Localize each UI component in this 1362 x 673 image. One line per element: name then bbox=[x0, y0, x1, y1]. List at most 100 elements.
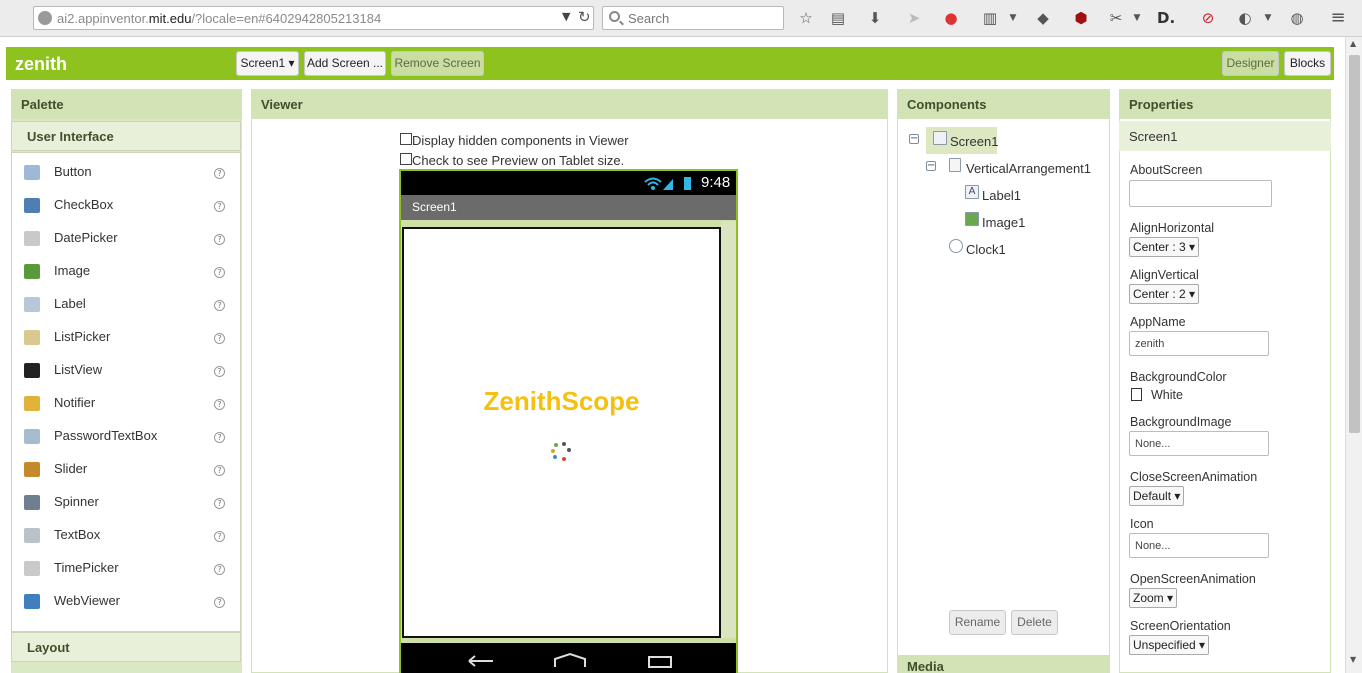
extension-c-icon[interactable]: ◐ bbox=[1236, 9, 1254, 27]
help-icon[interactable]: ? bbox=[214, 300, 225, 311]
help-icon[interactable]: ? bbox=[214, 465, 225, 476]
help-icon[interactable]: ? bbox=[214, 366, 225, 377]
reload-icon[interactable]: ↻ bbox=[578, 8, 591, 26]
tree-item-label1[interactable]: Label1 bbox=[982, 188, 1021, 203]
label-preview[interactable]: ZenithScope bbox=[402, 386, 721, 417]
url-dropdown-icon[interactable]: ▼ bbox=[562, 10, 570, 23]
palette-item-webviewer[interactable]: WebViewer? bbox=[12, 590, 225, 614]
reading-list-icon[interactable]: ▤ bbox=[829, 9, 847, 27]
tree-item-clock1[interactable]: Clock1 bbox=[966, 242, 1006, 257]
components-title: Components bbox=[897, 89, 1110, 119]
vertical-arrangement-preview[interactable] bbox=[402, 227, 721, 638]
align-vertical-select[interactable]: Center : 2 ▾ bbox=[1129, 284, 1200, 304]
palette-item-checkbox[interactable]: CheckBox? bbox=[12, 194, 225, 218]
rename-button[interactable]: Rename bbox=[949, 610, 1006, 635]
help-icon[interactable]: ? bbox=[214, 531, 225, 542]
add-screen-button[interactable]: Add Screen ... bbox=[304, 51, 386, 76]
close-screen-animation-label: CloseScreenAnimation bbox=[1130, 470, 1258, 484]
help-icon[interactable]: ? bbox=[214, 564, 225, 575]
designer-button[interactable]: Designer bbox=[1222, 51, 1279, 76]
page-scrollbar[interactable]: ▲ ▼ bbox=[1345, 37, 1362, 673]
tree-item-verticalarrangement1[interactable]: VerticalArrangement1 bbox=[966, 161, 1091, 176]
label-icon: A bbox=[965, 185, 979, 199]
icon-picker[interactable]: None... bbox=[1129, 533, 1269, 558]
scroll-down-icon[interactable]: ▼ bbox=[1350, 655, 1356, 664]
palette-item-notifier[interactable]: Notifier? bbox=[12, 392, 225, 416]
blocks-button[interactable]: Blocks bbox=[1284, 51, 1331, 76]
hidden-components-checkbox[interactable] bbox=[400, 133, 412, 145]
background-image-picker[interactable]: None... bbox=[1129, 431, 1269, 456]
tablet-preview-checkbox[interactable] bbox=[400, 153, 412, 165]
globe-settings-icon[interactable]: ◍ bbox=[1288, 9, 1306, 27]
listpicker-icon bbox=[24, 330, 40, 345]
palette-item-textbox[interactable]: TextBox? bbox=[12, 524, 225, 548]
collapse-arrangement-icon[interactable]: − bbox=[926, 161, 936, 171]
palette-item-label: DatePicker bbox=[54, 230, 118, 245]
help-icon[interactable]: ? bbox=[214, 234, 225, 245]
search-input[interactable]: Search bbox=[602, 6, 784, 30]
help-icon[interactable]: ? bbox=[214, 333, 225, 344]
send-icon[interactable]: ➤ bbox=[905, 9, 923, 27]
url-text: ai2.appinventor.mit.edu/?locale=en#64029… bbox=[57, 11, 382, 26]
palette-item-listview[interactable]: ListView? bbox=[12, 359, 225, 383]
signal-battery-icon bbox=[644, 177, 691, 190]
align-horizontal-select[interactable]: Center : 3 ▾ bbox=[1129, 237, 1200, 257]
palette-item-datepicker[interactable]: DatePicker? bbox=[12, 227, 225, 251]
tools-icon[interactable]: ✂ bbox=[1107, 9, 1125, 27]
about-screen-textarea[interactable] bbox=[1129, 180, 1272, 207]
palette-item-label: PasswordTextBox bbox=[54, 428, 158, 443]
delete-button[interactable]: Delete bbox=[1011, 610, 1058, 635]
appname-input[interactable]: zenith bbox=[1129, 331, 1269, 356]
palette-item-label: TextBox bbox=[54, 527, 101, 542]
help-icon[interactable]: ? bbox=[214, 201, 225, 212]
help-icon[interactable]: ? bbox=[214, 168, 225, 179]
scroll-up-icon[interactable]: ▲ bbox=[1350, 39, 1356, 48]
help-icon[interactable]: ? bbox=[214, 597, 225, 608]
help-icon[interactable]: ? bbox=[214, 432, 225, 443]
screen-orientation-select[interactable]: Unspecified ▾ bbox=[1129, 635, 1210, 655]
scrollbar-thumb[interactable] bbox=[1349, 55, 1360, 433]
palette-item-listpicker[interactable]: ListPicker? bbox=[12, 326, 225, 350]
help-icon[interactable]: ? bbox=[214, 498, 225, 509]
clipboard-icon[interactable]: ▥ bbox=[981, 9, 999, 27]
layout-section[interactable]: Layout bbox=[11, 632, 241, 662]
open-screen-animation-select[interactable]: Zoom ▾ bbox=[1129, 588, 1178, 608]
palette-item-spinner[interactable]: Spinner? bbox=[12, 491, 225, 515]
extension-d-icon[interactable]: D. bbox=[1157, 9, 1175, 27]
extension-colors-icon[interactable]: ● bbox=[942, 9, 960, 27]
extension-dropdown-icon[interactable]: ▼ bbox=[1259, 9, 1277, 27]
download-icon[interactable]: ⬇ bbox=[866, 9, 884, 27]
user-interface-section[interactable]: User Interface bbox=[11, 121, 241, 151]
extension-icon[interactable]: ◆ bbox=[1034, 9, 1052, 27]
palette-item-label[interactable]: Label? bbox=[12, 293, 225, 317]
help-icon[interactable]: ? bbox=[214, 267, 225, 278]
screen-select-button[interactable]: Screen1 ▾ bbox=[236, 51, 299, 76]
app-toolbar: zenith bbox=[6, 47, 1334, 80]
close-screen-animation-select[interactable]: Default ▾ bbox=[1129, 486, 1185, 506]
collapse-screen1-icon[interactable]: − bbox=[909, 134, 919, 144]
background-color-swatch[interactable] bbox=[1131, 388, 1142, 401]
about-screen-label: AboutScreen bbox=[1130, 163, 1203, 177]
screen-orientation-label: ScreenOrientation bbox=[1130, 619, 1231, 633]
clipboard-dropdown-icon[interactable]: ▼ bbox=[1004, 9, 1022, 27]
phone-screen-title: Screen1 bbox=[412, 200, 457, 214]
hamburger-menu-icon[interactable]: ≡ bbox=[1329, 9, 1347, 27]
datepicker-icon bbox=[24, 231, 40, 246]
selected-component-name: Screen1 bbox=[1119, 121, 1331, 151]
palette-item-image[interactable]: Image? bbox=[12, 260, 225, 284]
bookmark-star-icon[interactable]: ☆ bbox=[797, 9, 815, 27]
tools-dropdown-icon[interactable]: ▼ bbox=[1128, 9, 1146, 27]
palette-item-slider[interactable]: Slider? bbox=[12, 458, 225, 482]
palette-item-passwordtextbox[interactable]: PasswordTextBox? bbox=[12, 425, 225, 449]
palette-item-timepicker[interactable]: TimePicker? bbox=[12, 557, 225, 581]
tree-item-image1[interactable]: Image1 bbox=[982, 215, 1025, 230]
remove-screen-button[interactable]: Remove Screen bbox=[391, 51, 484, 76]
tree-item-screen1[interactable]: Screen1 bbox=[950, 134, 998, 149]
background-color-value[interactable]: White bbox=[1151, 388, 1183, 402]
ublock-icon[interactable]: ⬢ bbox=[1072, 9, 1090, 27]
loading-image-icon[interactable] bbox=[548, 440, 574, 466]
blocker-icon[interactable]: ⊘ bbox=[1199, 9, 1217, 27]
palette-item-button[interactable]: Button? bbox=[12, 161, 225, 185]
url-bar[interactable]: ai2.appinventor.mit.edu/?locale=en#64029… bbox=[33, 6, 594, 30]
help-icon[interactable]: ? bbox=[214, 399, 225, 410]
